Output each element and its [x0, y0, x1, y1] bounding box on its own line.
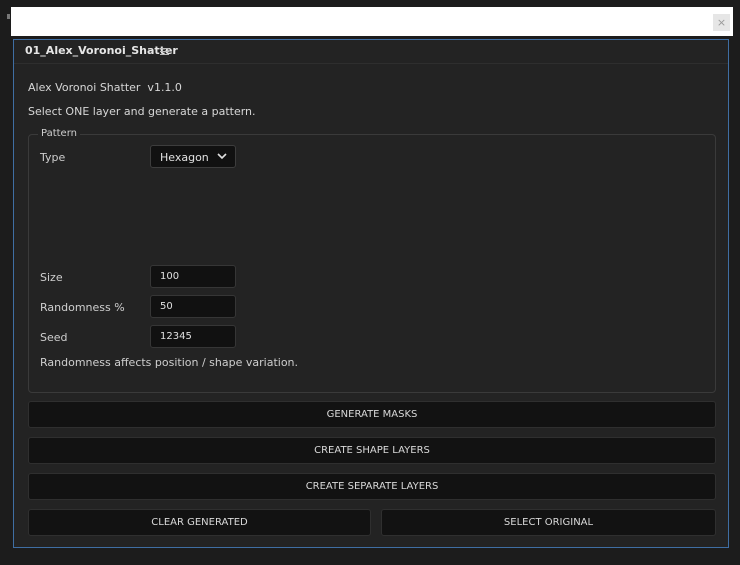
select-original-button[interactable]: SELECT ORIGINAL — [381, 509, 716, 536]
type-dropdown-value: Hexagon — [160, 151, 209, 164]
window-title-bar: × — [11, 7, 733, 36]
randomness-hint: Randomness affects position / shape vari… — [40, 356, 299, 369]
pattern-group: Pattern Type Hexagon Size Randomness % S… — [28, 128, 716, 393]
create-separate-layers-button[interactable]: CREATE SEPARATE LAYERS — [28, 473, 716, 500]
seed-input[interactable] — [150, 325, 236, 348]
size-input[interactable] — [150, 265, 236, 288]
seed-label: Seed — [40, 331, 68, 344]
chevron-down-icon — [217, 153, 227, 160]
type-label: Type — [40, 151, 66, 164]
create-shape-layers-button[interactable]: CREATE SHAPE LAYERS — [28, 437, 716, 464]
hamburger-menu-icon[interactable] — [160, 48, 169, 55]
script-title: Alex Voronoi Shatter v1.1.0 — [28, 81, 182, 94]
script-instruction: Select ONE layer and generate a pattern. — [28, 105, 256, 118]
generate-masks-button[interactable]: GENERATE MASKS — [28, 401, 716, 428]
size-label: Size — [40, 271, 63, 284]
randomness-input[interactable] — [150, 295, 236, 318]
close-icon[interactable]: × — [713, 14, 730, 31]
script-panel: 01_Alex_Voronoi_Shatter Alex Voronoi Sha… — [13, 39, 729, 548]
app-window: × 01_Alex_Voronoi_Shatter Alex Voronoi S… — [0, 0, 740, 565]
type-dropdown[interactable]: Hexagon — [150, 145, 236, 168]
window-edge-mark — [7, 14, 10, 19]
panel-tab[interactable]: 01_Alex_Voronoi_Shatter — [14, 40, 728, 64]
randomness-label: Randomness % — [40, 301, 125, 314]
pattern-group-label: Pattern — [38, 128, 80, 139]
panel-tab-title: 01_Alex_Voronoi_Shatter — [25, 44, 178, 57]
clear-generated-button[interactable]: CLEAR GENERATED — [28, 509, 371, 536]
